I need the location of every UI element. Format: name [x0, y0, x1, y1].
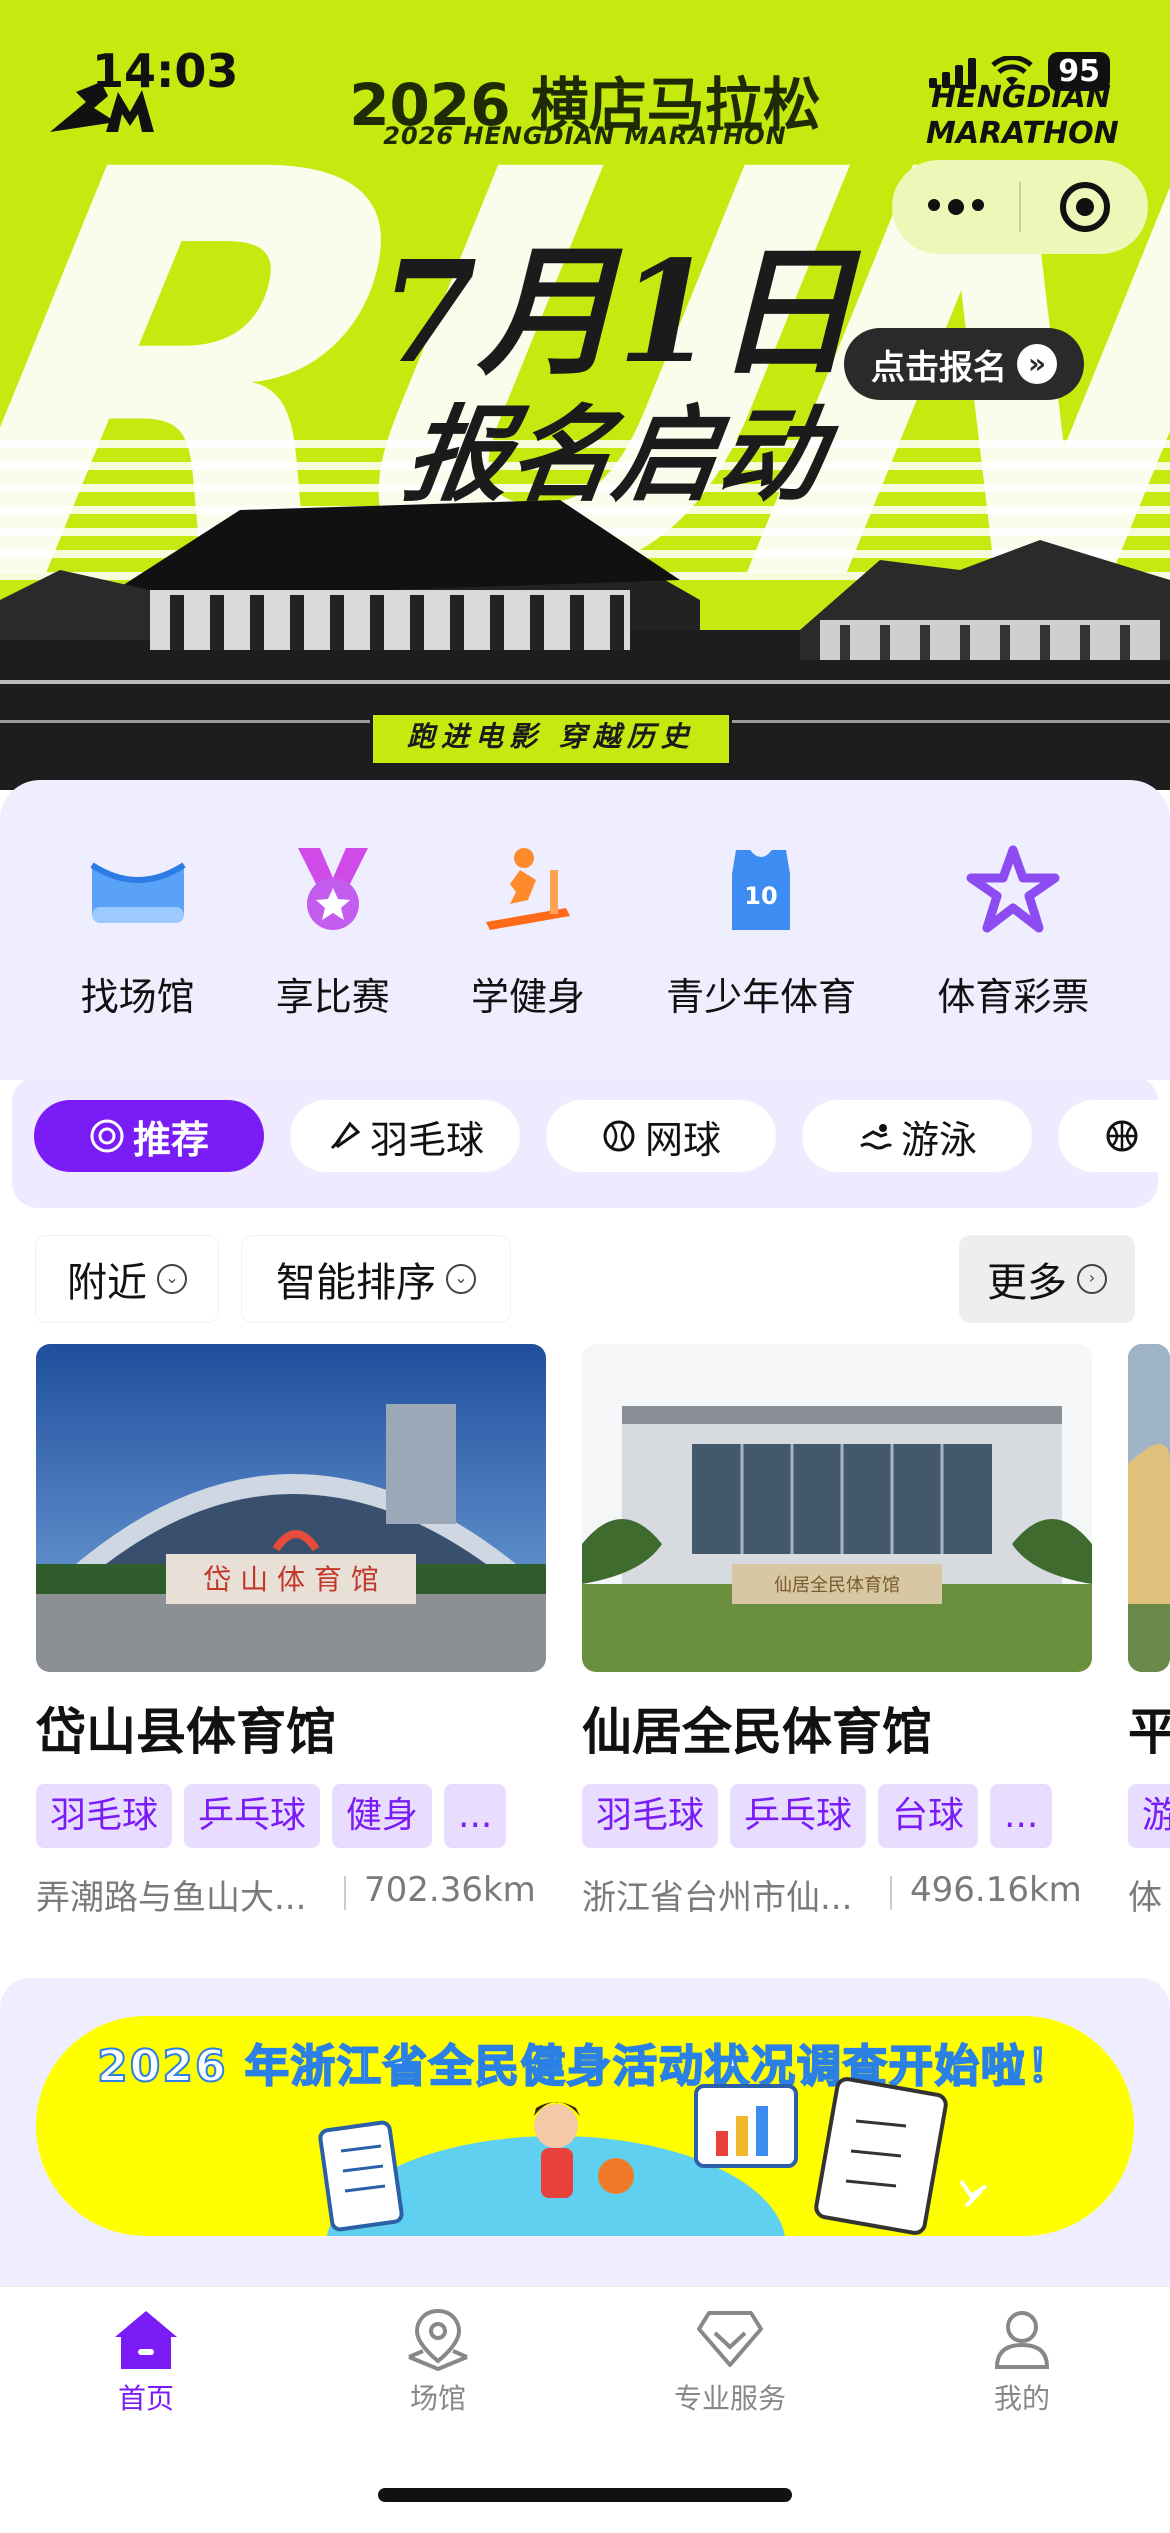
venue-distance: 702.36km — [364, 1870, 536, 1910]
venue-card-partial[interactable]: 平 游 体 — [1128, 1344, 1170, 1919]
quicknav-fitness[interactable]: 学健身 — [471, 780, 585, 1080]
tab-tennis[interactable]: 网球 — [546, 1100, 776, 1172]
home-indicator — [378, 2488, 792, 2502]
venue-photo-sign: 仙居全民体育馆 — [774, 1575, 900, 1596]
venue-meta: 浙江省台州市仙... 496.16km — [582, 1870, 1092, 1919]
venue-meta: 弄潮路与鱼山大... 702.36km — [36, 1870, 546, 1919]
tab-badminton[interactable]: 羽毛球 — [290, 1100, 520, 1172]
venue-address: 体 — [1128, 1878, 1162, 1918]
venue-tag: 台球 — [878, 1784, 979, 1848]
nav-profile[interactable]: 我的 — [922, 2307, 1122, 2417]
filter-nearby-label: 附近 — [67, 1260, 147, 1306]
tab-label: 推荐 — [132, 1117, 209, 1162]
quick-nav: 找场馆 享比赛 学健身 10 青少年体育 体育彩票 — [0, 780, 1170, 1080]
venue-tag: 乒乓球 — [184, 1784, 321, 1848]
stadium-icon — [83, 840, 193, 940]
survey-banner[interactable]: 2026 年浙江省全民健身活动状况调查开始啦！ — [36, 2016, 1134, 2236]
venue-meta: 体 — [1128, 1870, 1170, 1919]
nav-venues[interactable]: 场馆 — [338, 2307, 538, 2417]
tab-recommended[interactable]: 推荐 — [34, 1100, 264, 1172]
tennis-ball-icon — [603, 1120, 635, 1152]
signup-button[interactable]: 点击报名 » — [844, 328, 1084, 400]
venue-tag-more: ... — [990, 1784, 1053, 1848]
star-icon — [958, 840, 1068, 940]
basketball-icon — [1106, 1120, 1138, 1152]
miniprogram-capsule — [892, 160, 1148, 254]
venue-card[interactable]: 仙居全民体育馆 仙居全民体育馆 羽毛球 乒乓球 台球 ... 浙江省台州市仙..… — [582, 1344, 1092, 1919]
venue-distance: 496.16km — [910, 1870, 1082, 1910]
sport-tabs: 推荐 羽毛球 网球 游泳 — [12, 1076, 1158, 1208]
venue-tag: 游 — [1128, 1784, 1170, 1848]
double-chevron-icon: » — [1017, 344, 1057, 384]
filter-sort-label: 智能排序 — [276, 1260, 436, 1306]
shuttlecock-icon — [330, 1121, 361, 1150]
jersey-icon: 10 — [706, 840, 816, 940]
map-pin-icon — [408, 2308, 468, 2371]
quicknav-lottery[interactable]: 体育彩票 — [937, 780, 1089, 1080]
chevron-right-icon: › — [1077, 1264, 1107, 1294]
venue-tags: 羽毛球 乒乓球 台球 ... — [582, 1784, 1092, 1848]
nav-label: 场馆 — [409, 2382, 466, 2415]
venue-card[interactable]: 岱 山 体 育 馆 岱山县体育馆 羽毛球 乒乓球 健身 ... 弄潮路与鱼山大.… — [36, 1344, 546, 1919]
event-subtitle: 2026 HENGDIAN MARATHON — [383, 122, 787, 150]
venue-photo — [1128, 1344, 1170, 1672]
filter-more[interactable]: 更多 › — [960, 1236, 1134, 1322]
quicknav-label: 找场馆 — [80, 975, 195, 1019]
user-icon — [994, 2311, 1050, 2369]
venue-tag: 健身 — [332, 1784, 433, 1848]
tab-label: 网球 — [644, 1117, 721, 1162]
medal-icon — [278, 840, 388, 940]
tab-swimming[interactable]: 游泳 — [802, 1100, 1032, 1172]
venue-photo-sign: 岱 山 体 育 馆 — [203, 1563, 379, 1596]
target-icon — [90, 1119, 124, 1153]
quicknav-youth-sports[interactable]: 10 青少年体育 — [666, 780, 856, 1080]
close-target-icon[interactable] — [1021, 180, 1148, 234]
filter-sort[interactable]: 智能排序 ⌄ — [242, 1236, 510, 1322]
treadmill-icon — [473, 840, 583, 940]
nav-label: 我的 — [993, 2382, 1050, 2415]
survey-illustration — [318, 2077, 988, 2236]
tab-label: 游泳 — [900, 1117, 977, 1162]
filter-more-label: 更多 — [987, 1260, 1067, 1306]
quicknav-label: 青少年体育 — [666, 975, 857, 1019]
venue-tag-more: ... — [444, 1784, 507, 1848]
swimmer-icon — [860, 1124, 893, 1150]
chevron-down-icon: ⌄ — [446, 1264, 476, 1294]
marathon-banner[interactable]: RUN 14:03 95 HENGDIAN MARATHON 2026 横店马拉… — [0, 0, 1170, 790]
quicknav-label: 享比赛 — [275, 975, 390, 1019]
venue-address: 浙江省台州市仙... — [582, 1878, 853, 1918]
quicknav-label: 学健身 — [470, 975, 585, 1019]
banner-tagline: 跑进电影 穿越历史 — [370, 712, 732, 766]
venue-photo: 仙居全民体育馆 — [582, 1344, 1092, 1672]
venue-tag: 羽毛球 — [36, 1784, 173, 1848]
chevron-down-icon: ⌄ — [157, 1264, 187, 1294]
diamond-icon — [697, 2311, 763, 2367]
nav-label: 专业服务 — [673, 2382, 786, 2415]
signup-button-label: 点击报名 — [871, 347, 1007, 388]
tab-basketball[interactable] — [1058, 1100, 1158, 1172]
venue-tag: 乒乓球 — [730, 1784, 867, 1848]
tab-label: 羽毛球 — [369, 1117, 484, 1162]
venue-tags: 游 — [1128, 1784, 1170, 1848]
venue-address: 弄潮路与鱼山大... — [36, 1878, 307, 1918]
venue-name: 平 — [1128, 1703, 1170, 1761]
venue-name: 岱山县体育馆 — [36, 1703, 336, 1761]
quicknav-label: 体育彩票 — [937, 975, 1090, 1019]
venue-tags: 羽毛球 乒乓球 健身 ... — [36, 1784, 546, 1848]
venue-photo: 岱 山 体 育 馆 — [36, 1344, 546, 1672]
quicknav-competitions[interactable]: 享比赛 — [276, 780, 390, 1080]
nav-label: 首页 — [117, 2382, 174, 2415]
nav-home[interactable]: 首页 — [46, 2307, 246, 2417]
home-icon — [115, 2311, 177, 2369]
venue-name: 仙居全民体育馆 — [582, 1703, 932, 1761]
more-dots-icon[interactable] — [892, 199, 1019, 215]
svg-text:10: 10 — [744, 882, 777, 910]
quicknav-find-venue[interactable]: 找场馆 — [81, 780, 195, 1080]
nav-pro-services[interactable]: 专业服务 — [630, 2307, 830, 2417]
filter-nearby[interactable]: 附近 ⌄ — [36, 1236, 218, 1322]
venue-tag: 羽毛球 — [582, 1784, 719, 1848]
